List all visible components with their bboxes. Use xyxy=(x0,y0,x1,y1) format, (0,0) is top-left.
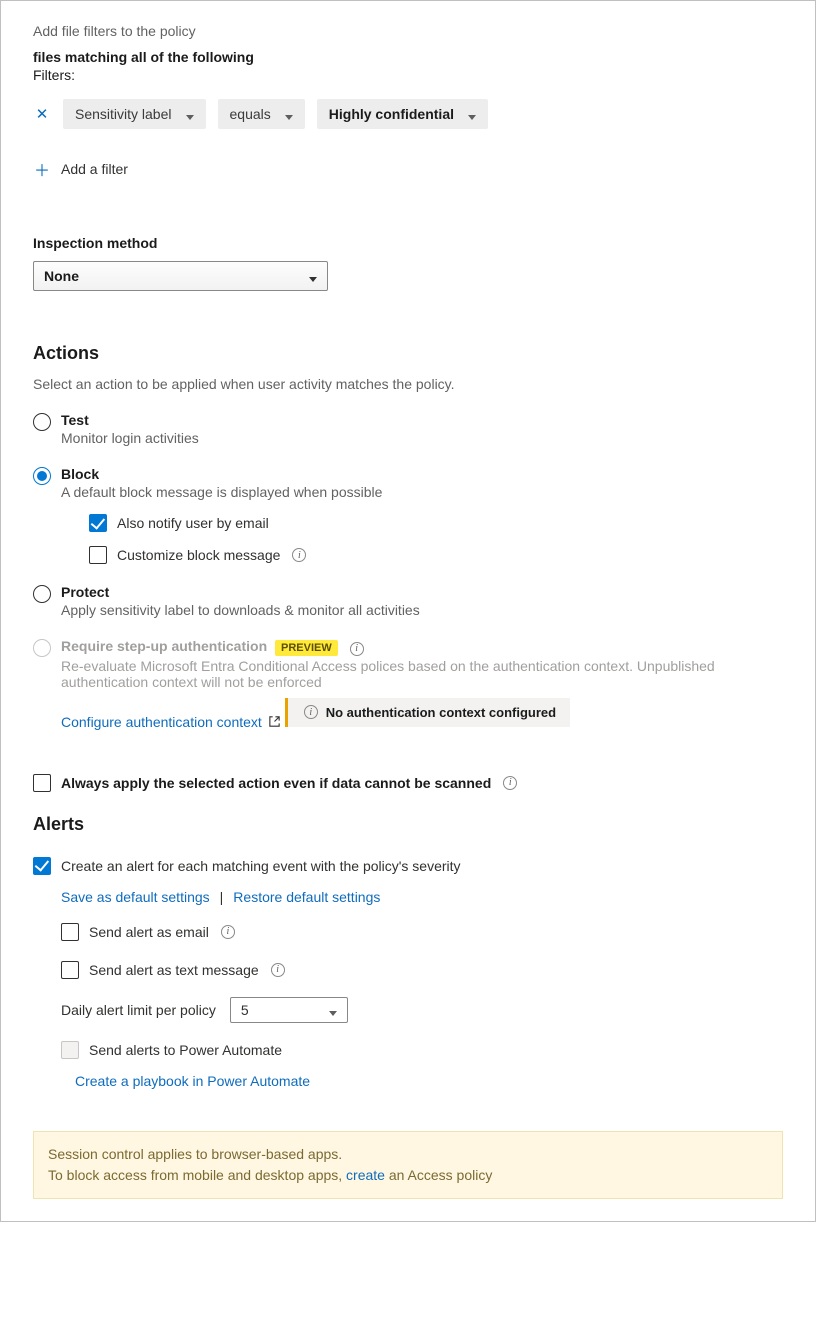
filter-field-dropdown[interactable]: Sensitivity label xyxy=(63,99,206,129)
checkbox-alert-sms[interactable] xyxy=(61,961,79,979)
info-icon[interactable]: i xyxy=(503,776,517,790)
radio-protect-title: Protect xyxy=(61,584,783,600)
inspection-label: Inspection method xyxy=(33,235,783,251)
chevron-down-icon xyxy=(464,106,476,122)
filter-field: Sensitivity label xyxy=(75,106,172,122)
radio-test[interactable] xyxy=(33,413,51,431)
radio-stepup-title: Require step-up authentication xyxy=(61,638,267,654)
filter-value-dropdown[interactable]: Highly confidential xyxy=(317,99,488,129)
checkbox-custom-message[interactable] xyxy=(89,546,107,564)
divider: | xyxy=(220,889,224,905)
filter-value: Highly confidential xyxy=(329,106,454,122)
actions-desc: Select an action to be applied when user… xyxy=(33,376,783,392)
radio-test-sub: Monitor login activities xyxy=(61,430,783,446)
radio-block-title: Block xyxy=(61,466,783,482)
radio-block-sub: A default block message is displayed whe… xyxy=(61,484,783,500)
inspection-select[interactable]: None xyxy=(33,261,328,291)
alerts-heading: Alerts xyxy=(33,814,783,835)
custom-message-label: Customize block message xyxy=(117,547,280,563)
inspection-value: None xyxy=(44,268,79,284)
filters-label: Filters: xyxy=(33,67,783,83)
daily-limit-label: Daily alert limit per policy xyxy=(61,1002,216,1018)
filter-op: equals xyxy=(230,106,271,122)
open-external-icon xyxy=(268,715,281,728)
chevron-down-icon xyxy=(281,106,293,122)
info-icon[interactable]: i xyxy=(350,642,364,656)
filters-intro: Add file filters to the policy xyxy=(33,23,783,39)
info-icon: i xyxy=(304,705,318,719)
filters-heading: files matching all of the following xyxy=(33,49,783,65)
radio-protect[interactable] xyxy=(33,585,51,603)
add-filter-label: Add a filter xyxy=(61,161,128,177)
radio-stepup xyxy=(33,639,51,657)
alert-email-label: Send alert as email xyxy=(89,924,209,940)
save-default-link[interactable]: Save as default settings xyxy=(61,889,210,905)
filter-row: ✕ Sensitivity label equals Highly confid… xyxy=(33,99,783,129)
filter-op-dropdown[interactable]: equals xyxy=(218,99,305,129)
plus-icon: ＋ xyxy=(33,157,51,181)
alert-sms-label: Send alert as text message xyxy=(89,962,259,978)
configure-auth-link[interactable]: Configure authentication context xyxy=(61,714,281,730)
checkbox-create-alert[interactable] xyxy=(33,857,51,875)
power-automate-label: Send alerts to Power Automate xyxy=(89,1042,282,1058)
note-line1: Session control applies to browser-based… xyxy=(48,1144,768,1165)
checkbox-always-apply[interactable] xyxy=(33,774,51,792)
checkbox-alert-email[interactable] xyxy=(61,923,79,941)
radio-test-title: Test xyxy=(61,412,783,428)
notify-email-label: Also notify user by email xyxy=(117,515,269,531)
info-icon[interactable]: i xyxy=(292,548,306,562)
daily-limit-select[interactable]: 5 xyxy=(230,997,348,1023)
preview-badge: PREVIEW xyxy=(275,640,338,656)
restore-default-link[interactable]: Restore default settings xyxy=(233,889,380,905)
daily-limit-value: 5 xyxy=(241,1002,249,1018)
configure-auth-label: Configure authentication context xyxy=(61,714,262,730)
create-alert-label: Create an alert for each matching event … xyxy=(61,858,461,874)
note-line2a: To block access from mobile and desktop … xyxy=(48,1167,346,1183)
radio-protect-sub: Apply sensitivity label to downloads & m… xyxy=(61,602,783,618)
chevron-down-icon xyxy=(182,106,194,122)
create-access-policy-link[interactable]: create xyxy=(346,1167,385,1183)
add-filter-button[interactable]: ＋ Add a filter xyxy=(33,151,128,187)
note-line2b: an Access policy xyxy=(385,1167,492,1183)
info-icon[interactable]: i xyxy=(221,925,235,939)
info-icon[interactable]: i xyxy=(271,963,285,977)
radio-block[interactable] xyxy=(33,467,51,485)
checkbox-notify-email[interactable] xyxy=(89,514,107,532)
always-apply-label: Always apply the selected action even if… xyxy=(61,775,491,791)
remove-filter-icon[interactable]: ✕ xyxy=(33,105,51,123)
stepup-warning: No authentication context configured xyxy=(326,705,556,720)
checkbox-power-automate xyxy=(61,1041,79,1059)
actions-heading: Actions xyxy=(33,343,783,364)
session-note: Session control applies to browser-based… xyxy=(33,1131,783,1199)
radio-stepup-sub: Re-evaluate Microsoft Entra Conditional … xyxy=(61,658,783,690)
chevron-down-icon xyxy=(305,268,317,284)
chevron-down-icon xyxy=(325,1002,337,1018)
create-playbook-link[interactable]: Create a playbook in Power Automate xyxy=(75,1073,310,1089)
